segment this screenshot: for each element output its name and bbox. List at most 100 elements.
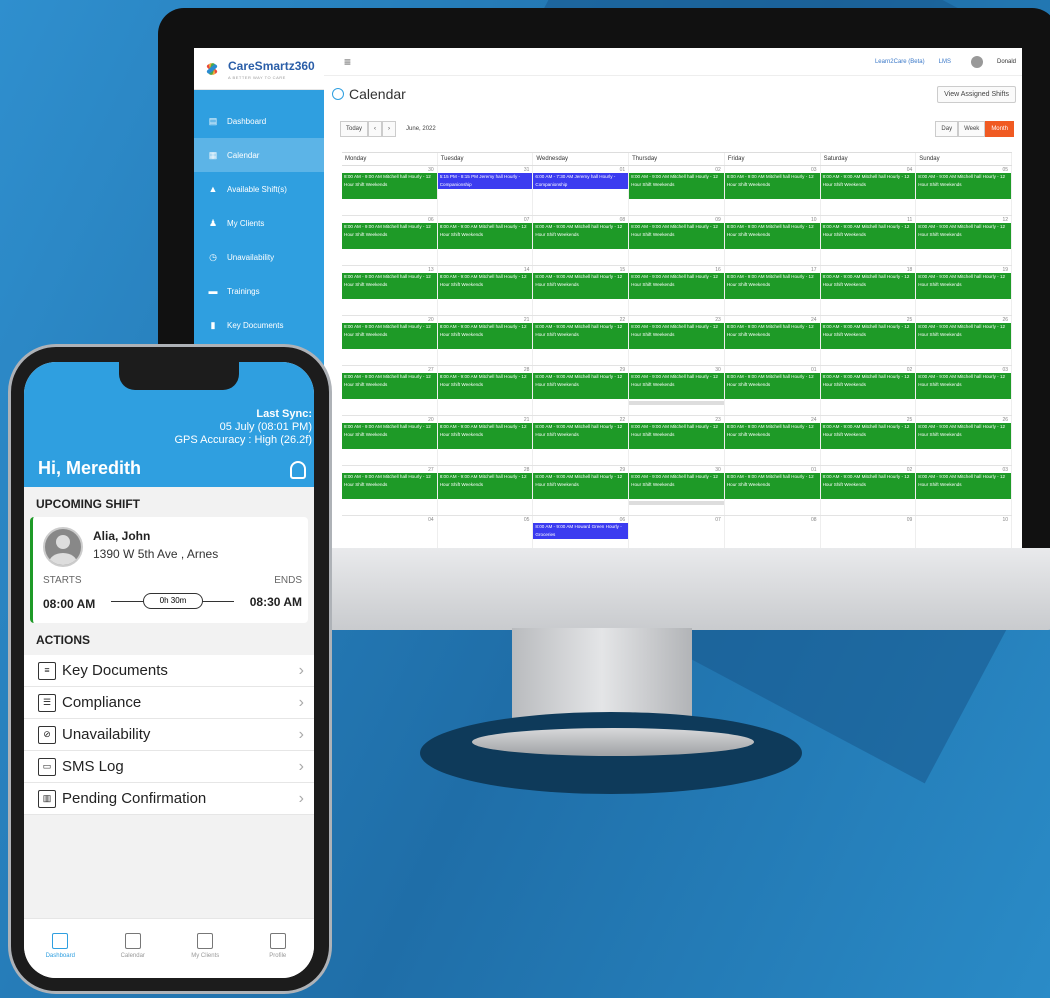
sidebar-item-my-clients[interactable]: ♟ My Clients <box>194 206 324 240</box>
calendar-day-cell[interactable]: 04 <box>342 516 438 548</box>
calendar-day-cell[interactable]: 10 <box>916 516 1012 548</box>
today-button[interactable]: Today <box>340 121 369 137</box>
calendar-day-cell[interactable]: 21 8:00 AM - 9:00 AM Mitchell hall Hourly… <box>437 416 534 465</box>
calendar-event[interactable]: 8:00 AM - 9:00 AM Mitchell hall Hourly -… <box>533 373 629 399</box>
calendar-day-cell[interactable]: 02 8:00 AM - 9:00 AM Mitchell hall Hourly… <box>629 166 725 215</box>
action-key-documents[interactable]: ≡ Key Documents › <box>24 655 314 687</box>
sidebar-item-dashboard[interactable]: ▤ Dashboard <box>194 104 324 138</box>
calendar-day-cell[interactable]: 08 <box>725 516 821 548</box>
calendar-event[interactable]: 8:00 AM - 9:00 AM Mitchell hall Hourly -… <box>916 423 1011 449</box>
calendar-day-cell[interactable]: 30 8:00 AM - 9:00 AM Mitchell hall Hourly… <box>342 166 438 215</box>
sidebar-item-trainings[interactable]: ▬ Trainings <box>194 274 324 308</box>
calendar-event[interactable]: 8:00 AM - 9:00 AM Mitchell hall Hourly -… <box>820 423 916 449</box>
calendar-event[interactable]: 8:00 AM - 9:00 AM Howard Green Hourly - … <box>533 523 629 539</box>
calendar-event[interactable]: 8:00 AM - 9:00 AM Mitchell hall Hourly -… <box>629 273 724 299</box>
calendar-day-cell[interactable]: 11 8:00 AM - 9:00 AM Mitchell hall Hourly… <box>820 216 917 265</box>
week-view-button[interactable]: Week <box>958 121 986 137</box>
tab-my-clients[interactable]: My Clients <box>169 919 242 978</box>
calendar-day-cell[interactable]: 24 8:00 AM - 9:00 AM Mitchell hall Hourly… <box>724 316 821 365</box>
calendar-day-cell[interactable]: 26 8:00 AM - 9:00 AM Mitchell hall Hourly… <box>916 416 1012 465</box>
calendar-day-cell[interactable]: 30 8:00 AM - 9:00 AM Mitchell hall Hourly… <box>629 366 725 415</box>
calendar-event[interactable]: 8:00 AM - 9:00 AM Mitchell hall Hourly -… <box>724 273 820 299</box>
calendar-event[interactable]: 8:00 AM - 9:00 AM Mitchell hall Hourly -… <box>820 173 916 199</box>
calendar-event[interactable]: 8:00 AM - 9:00 AM Mitchell hall Hourly -… <box>916 373 1011 399</box>
calendar-day-cell[interactable]: 17 8:00 AM - 9:00 AM Mitchell hall Hourly… <box>724 266 821 315</box>
calendar-day-cell[interactable]: 26 8:00 AM - 9:00 AM Mitchell hall Hourly… <box>916 316 1012 365</box>
action-compliance[interactable]: ☰ Compliance › <box>24 687 314 719</box>
calendar-day-cell[interactable]: 27 8:00 AM - 9:00 AM Mitchell hall Hourly… <box>342 366 438 415</box>
calendar-event[interactable]: 8:00 AM - 9:00 AM Mitchell hall Hourly -… <box>820 473 916 499</box>
calendar-day-cell[interactable]: 27 8:00 AM - 9:00 AM Mitchell hall Hourly… <box>342 466 438 515</box>
calendar-event[interactable]: 8:00 AM - 9:00 AM Mitchell hall Hourly -… <box>820 223 916 249</box>
calendar-event[interactable]: 8:00 AM - 9:00 AM Mitchell hall Hourly -… <box>724 423 820 449</box>
calendar-day-cell[interactable]: 20 8:00 AM - 9:00 AM Mitchell hall Hourly… <box>342 416 438 465</box>
calendar-event[interactable]: 8:00 AM - 9:00 AM Mitchell hall Hourly -… <box>724 323 820 349</box>
action-pending-confirmation[interactable]: ▥ Pending Confirmation › <box>24 783 314 815</box>
more-events-indicator[interactable] <box>629 501 724 505</box>
calendar-day-cell[interactable]: 09 8:00 AM - 9:00 AM Mitchell hall Hourly… <box>629 216 725 265</box>
calendar-day-cell[interactable]: 28 8:00 AM - 9:00 AM Mitchell hall Hourly… <box>437 466 534 515</box>
sidebar-item-available-shifts[interactable]: ▲ Available Shift(s) <box>194 172 324 206</box>
calendar-day-cell[interactable]: 20 8:00 AM - 9:00 AM Mitchell hall Hourly… <box>342 316 438 365</box>
calendar-event[interactable]: 8:00 AM - 9:00 AM Mitchell hall Hourly -… <box>533 473 629 499</box>
calendar-day-cell[interactable]: 21 8:00 AM - 9:00 AM Mitchell hall Hourly… <box>437 316 534 365</box>
prev-button[interactable]: ‹ <box>368 121 383 137</box>
calendar-event[interactable]: 8:00 AM - 9:00 AM Mitchell hall Hourly -… <box>916 323 1011 349</box>
calendar-day-cell[interactable]: 18 8:00 AM - 9:00 AM Mitchell hall Hourly… <box>820 266 917 315</box>
calendar-day-cell[interactable]: 05 8:00 AM - 9:00 AM Mitchell hall Hourly… <box>916 166 1012 215</box>
calendar-day-cell[interactable]: 25 8:00 AM - 9:00 AM Mitchell hall Hourly… <box>820 416 917 465</box>
brand-logo[interactable]: CareSmartz360 A BETTER WAY TO CARE <box>194 48 324 90</box>
bell-icon[interactable] <box>290 461 306 479</box>
calendar-day-cell[interactable]: 19 8:00 AM - 9:00 AM Mitchell hall Hourly… <box>916 266 1012 315</box>
calendar-event[interactable]: 8:00 AM - 9:00 AM Mitchell hall Hourly -… <box>916 473 1011 499</box>
calendar-day-cell[interactable]: 01 8:00 AM - 9:00 AM Mitchell hall Hourly… <box>724 466 821 515</box>
calendar-day-cell[interactable]: 02 8:00 AM - 9:00 AM Mitchell hall Hourly… <box>820 466 917 515</box>
calendar-day-cell[interactable]: 03 8:00 AM - 9:00 AM Mitchell hall Hourly… <box>916 466 1012 515</box>
calendar-event[interactable]: 8:00 AM - 9:00 AM Mitchell hall Hourly -… <box>342 473 437 499</box>
tab-dashboard[interactable]: Dashboard <box>24 919 97 978</box>
calendar-event[interactable]: 8:00 AM - 9:00 AM Mitchell hall Hourly -… <box>724 223 820 249</box>
action-unavailability[interactable]: ⊘ Unavailability › <box>24 719 314 751</box>
user-avatar-icon[interactable] <box>970 55 983 68</box>
calendar-day-cell[interactable]: 04 8:00 AM - 9:00 AM Mitchell hall Hourly… <box>820 166 917 215</box>
more-events-indicator[interactable] <box>629 401 724 405</box>
calendar-event[interactable]: 8:00 AM - 9:00 AM Mitchell hall Hourly -… <box>437 223 533 249</box>
calendar-event[interactable]: 8:00 AM - 9:00 AM Mitchell hall Hourly -… <box>724 173 820 199</box>
calendar-day-cell[interactable]: 05 <box>438 516 534 548</box>
calendar-event[interactable]: 8:00 AM - 9:00 AM Mitchell hall Hourly -… <box>437 423 533 449</box>
calendar-day-cell[interactable]: 07 <box>629 516 725 548</box>
calendar-day-cell[interactable]: 16 8:00 AM - 9:00 AM Mitchell hall Hourly… <box>629 266 725 315</box>
calendar-day-cell[interactable]: 23 8:00 AM - 9:00 AM Mitchell hall Hourly… <box>629 316 725 365</box>
learn2care-link[interactable]: Learn2Care (Beta) <box>875 59 925 65</box>
action-sms-log[interactable]: ▭ SMS Log › <box>24 751 314 783</box>
calendar-event[interactable]: 8:00 AM - 9:00 AM Mitchell hall Hourly -… <box>437 373 533 399</box>
calendar-day-cell[interactable]: 12 8:00 AM - 9:00 AM Mitchell hall Hourly… <box>916 216 1012 265</box>
next-button[interactable]: › <box>382 121 397 137</box>
calendar-event[interactable]: 8:00 AM - 9:00 AM Mitchell hall Hourly -… <box>342 223 437 249</box>
calendar-event[interactable]: 8:00 AM - 9:00 AM Mitchell hall Hourly -… <box>342 373 437 399</box>
calendar-event[interactable]: 8:00 AM - 9:00 AM Mitchell hall Hourly -… <box>533 323 629 349</box>
calendar-event[interactable]: 6:00 AM - 7:30 AM Jeremy hall Hourly - C… <box>533 173 629 189</box>
calendar-event[interactable]: 8:00 AM - 9:00 AM Mitchell hall Hourly -… <box>629 473 724 499</box>
calendar-day-cell[interactable]: 06 8:00 AM - 9:00 AM Howard Green Hourly … <box>533 516 630 548</box>
tab-profile[interactable]: Profile <box>242 919 315 978</box>
tab-calendar[interactable]: Calendar <box>97 919 170 978</box>
view-assigned-shifts-button[interactable]: View Assigned Shifts <box>937 85 1016 103</box>
calendar-day-cell[interactable]: 29 8:00 AM - 9:00 AM Mitchell hall Hourly… <box>533 366 630 415</box>
calendar-event[interactable]: 8:00 AM - 9:00 AM Mitchell hall Hourly -… <box>342 173 437 199</box>
calendar-day-cell[interactable]: 06 8:00 AM - 9:00 AM Mitchell hall Hourly… <box>342 216 438 265</box>
calendar-day-cell[interactable]: 09 <box>821 516 917 548</box>
sidebar-item-key-documents[interactable]: ▮ Key Documents <box>194 308 324 342</box>
calendar-day-cell[interactable]: 07 8:00 AM - 9:00 AM Mitchell hall Hourly… <box>437 216 534 265</box>
calendar-event[interactable]: 8:00 AM - 9:00 AM Mitchell hall Hourly -… <box>629 373 724 399</box>
calendar-event[interactable]: 8:00 AM - 9:00 AM Mitchell hall Hourly -… <box>629 423 724 449</box>
calendar-day-cell[interactable]: 03 8:00 AM - 9:00 AM Mitchell hall Hourly… <box>724 166 821 215</box>
hamburger-menu-icon[interactable]: ≡ <box>344 55 351 69</box>
calendar-event[interactable]: 8:00 AM - 9:00 AM Mitchell hall Hourly -… <box>916 173 1011 199</box>
calendar-day-cell[interactable]: 01 6:00 AM - 7:30 AM Jeremy hall Hourly -… <box>533 166 630 215</box>
calendar-event[interactable]: 8:00 AM - 9:00 AM Mitchell hall Hourly -… <box>629 323 724 349</box>
day-view-button[interactable]: Day <box>935 121 959 137</box>
lms-link[interactable]: LMS <box>939 59 951 65</box>
calendar-event[interactable]: 8:00 AM - 9:00 AM Mitchell hall Hourly -… <box>629 173 724 199</box>
sidebar-item-calendar[interactable]: ▦ Calendar <box>194 138 324 172</box>
